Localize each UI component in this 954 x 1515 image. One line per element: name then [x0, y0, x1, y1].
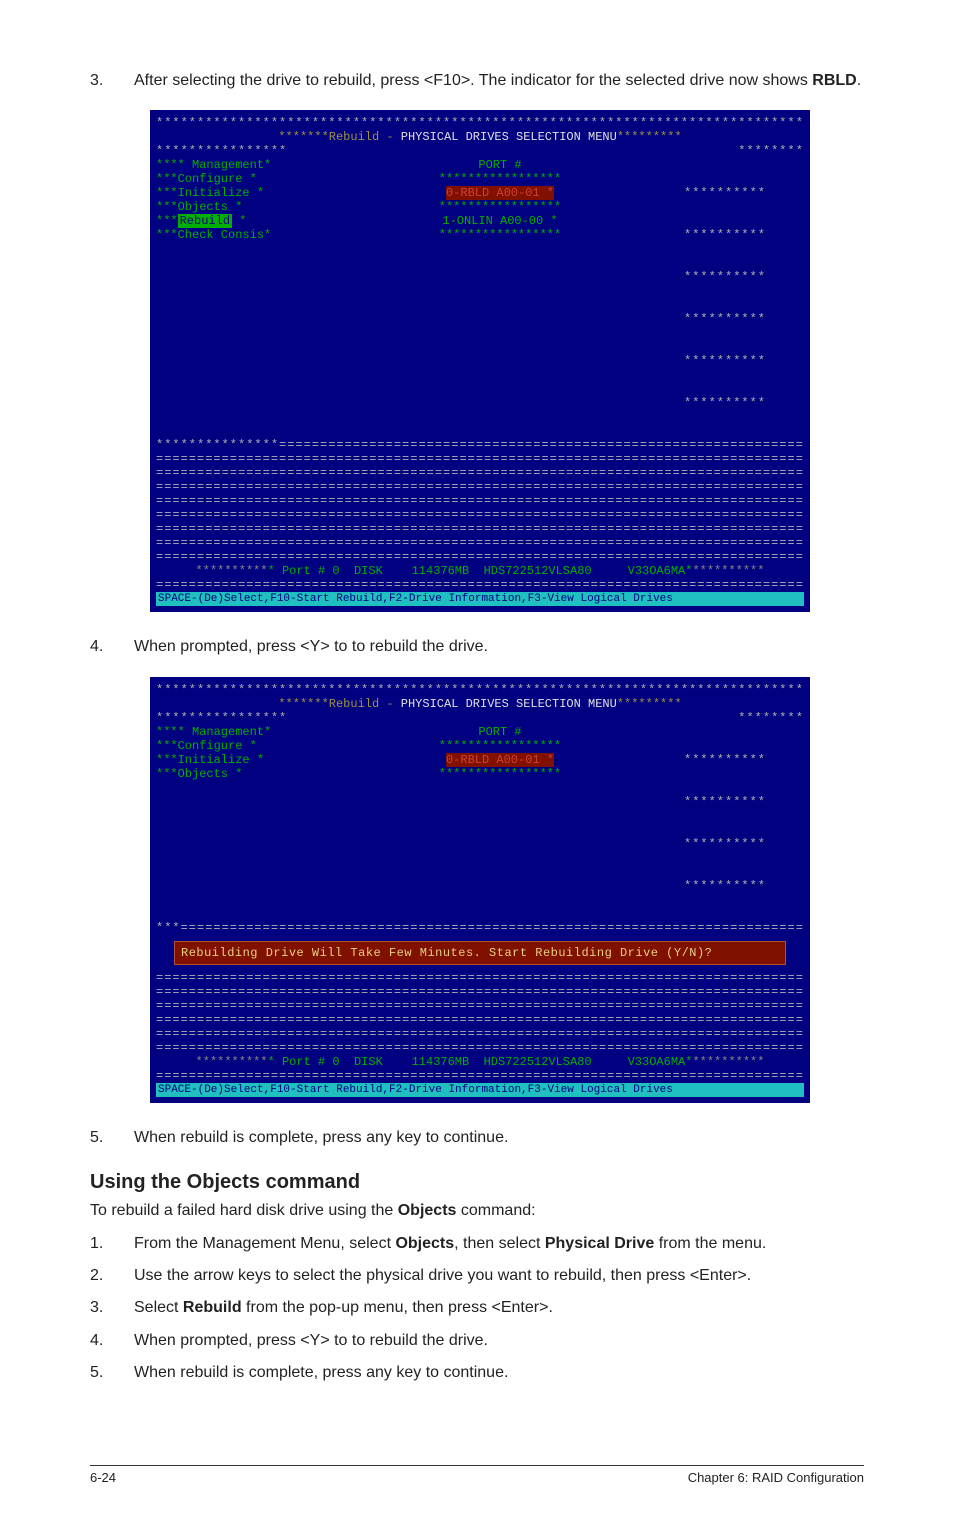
s3-c: from the pop-up menu, then press <Enter>… [242, 1299, 553, 1316]
step-number: 1. [90, 1233, 134, 1255]
step-text: When rebuild is complete, press any key … [134, 1127, 864, 1149]
bios2-menu: **** Management* ***Configure * ***Initi… [156, 725, 316, 921]
bios1-port-header: PORT # [316, 158, 684, 172]
page-number: 6-24 [90, 1470, 116, 1485]
step-number: 4. [90, 636, 134, 658]
intro-text-a: To rebuild a failed hard disk drive usin… [90, 1202, 398, 1219]
step-number: 3. [90, 1297, 134, 1319]
page-footer: 6-24 Chapter 6: RAID Configuration [90, 1465, 864, 1485]
intro-objects-bold: Objects [398, 1202, 457, 1219]
rbld-label: RBLD [812, 72, 856, 89]
bios2-menu-objects: ***Objects * [156, 767, 316, 781]
s1-physical-drive-bold: Physical Drive [545, 1235, 654, 1252]
bios1-menu-rebuild-selected: Rebuild [178, 214, 232, 228]
step-number: 3. [90, 70, 134, 92]
step-number: 2. [90, 1265, 134, 1287]
objects-step-2: 2. Use the arrow keys to select the phys… [90, 1265, 864, 1287]
bios-screenshot-2: ****************************************… [150, 677, 810, 1103]
bios1-menu: **** Management* ***Configure * ***Initi… [156, 158, 316, 438]
bios2-title-post: ********* [617, 697, 682, 711]
s1-a: From the Management Menu, select [134, 1235, 395, 1252]
bios1-menu-management: **** Management* [156, 158, 316, 172]
bios2-title-main: PHYSICAL DRIVES SELECTION MENU [401, 697, 617, 711]
section-heading: Using the Objects command [90, 1171, 864, 1194]
bios-screenshot-1: ****************************************… [150, 110, 810, 612]
bios2-menu-configure: ***Configure * [156, 739, 316, 753]
bios2-port-panel: PORT # ***************** 0-RBLD A00-01 *… [316, 725, 684, 921]
s3-rebuild-bold: Rebuild [183, 1299, 242, 1316]
bios2-title-pre: *******Rebuild - [278, 697, 400, 711]
bios1-drive-0-rbld: 0-RBLD A00-01 * [446, 186, 554, 200]
chapter-title: Chapter 6: RAID Configuration [688, 1470, 864, 1485]
objects-step-1: 1. From the Management Menu, select Obje… [90, 1233, 864, 1255]
bios1-footer-drive-info: * Port # 0 DISK 114376MB HDS722512VLSA80… [268, 564, 693, 578]
bios2-menu-management: **** Management* [156, 725, 316, 739]
bios1-menu-check-consis: ***Check Consis* [156, 228, 316, 242]
bios2-footer-drive-info: * Port # 0 DISK 114376MB HDS722512VLSA80… [268, 1055, 693, 1069]
bios1-menu-objects: ***Objects * [156, 200, 316, 214]
step-3-text-a: After selecting the drive to rebuild, pr… [134, 72, 812, 89]
intro-text-b: command: [456, 1202, 535, 1219]
objects-step-3: 3. Select Rebuild from the pop-up menu, … [90, 1297, 864, 1319]
step-text: When rebuild is complete, press any key … [134, 1362, 864, 1384]
objects-step-4: 4. When prompted, press <Y> to to rebuil… [90, 1330, 864, 1352]
step-number: 4. [90, 1330, 134, 1352]
step-number: 5. [90, 1362, 134, 1384]
page-content: 3. After selecting the drive to rebuild,… [0, 0, 954, 1515]
s1-d: from the menu. [654, 1235, 766, 1252]
bios2-port-header: PORT # [316, 725, 684, 739]
s1-c: , then select [454, 1235, 545, 1252]
bios1-title-main: PHYSICAL DRIVES SELECTION MENU [401, 130, 617, 144]
step-4: 4. When prompted, press <Y> to to rebuil… [90, 636, 864, 658]
s3-a: Select [134, 1299, 183, 1316]
bios1-title-pre: *******Rebuild - [278, 130, 400, 144]
step-text: When prompted, press <Y> to to rebuild t… [134, 636, 864, 658]
step-text: From the Management Menu, select Objects… [134, 1233, 864, 1255]
objects-step-5: 5. When rebuild is complete, press any k… [90, 1362, 864, 1384]
bios2-drive-0-rbld: 0-RBLD A00-01 * [446, 753, 554, 767]
bios1-drive-1-onlin: 1-ONLIN A00-00 * [316, 214, 684, 228]
step-3-text-b: . [857, 72, 861, 89]
step-text: After selecting the drive to rebuild, pr… [134, 70, 864, 92]
bios1-help-bar: SPACE-(De)Select,F10-Start Rebuild,F2-Dr… [156, 592, 804, 606]
bios1-menu-initialize: ***Initialize * [156, 186, 316, 200]
bios1-menu-configure: ***Configure * [156, 172, 316, 186]
step-number: 5. [90, 1127, 134, 1149]
bios1-port-panel: PORT # ***************** 0-RBLD A00-01 *… [316, 158, 684, 438]
bios2-help-bar: SPACE-(De)Select,F10-Start Rebuild,F2-Dr… [156, 1083, 804, 1097]
bios2-menu-initialize: ***Initialize * [156, 753, 316, 767]
step-text: Select Rebuild from the pop-up menu, the… [134, 1297, 864, 1319]
step-text: Use the arrow keys to select the physica… [134, 1265, 864, 1287]
step-text: When prompted, press <Y> to to rebuild t… [134, 1330, 864, 1352]
bios2-rebuild-prompt: Rebuilding Drive Will Take Few Minutes. … [174, 941, 786, 965]
s1-objects-bold: Objects [395, 1235, 454, 1252]
bios1-title-post: ********* [617, 130, 682, 144]
step-3: 3. After selecting the drive to rebuild,… [90, 70, 864, 92]
section-intro: To rebuild a failed hard disk drive usin… [90, 1200, 864, 1222]
step-5: 5. When rebuild is complete, press any k… [90, 1127, 864, 1149]
